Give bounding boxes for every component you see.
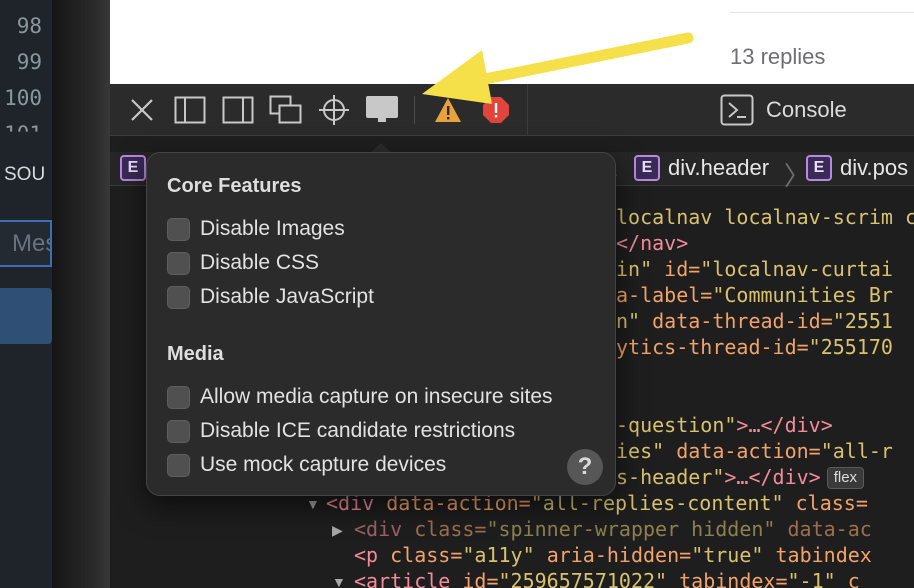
annotation-arrow-icon	[422, 32, 694, 104]
